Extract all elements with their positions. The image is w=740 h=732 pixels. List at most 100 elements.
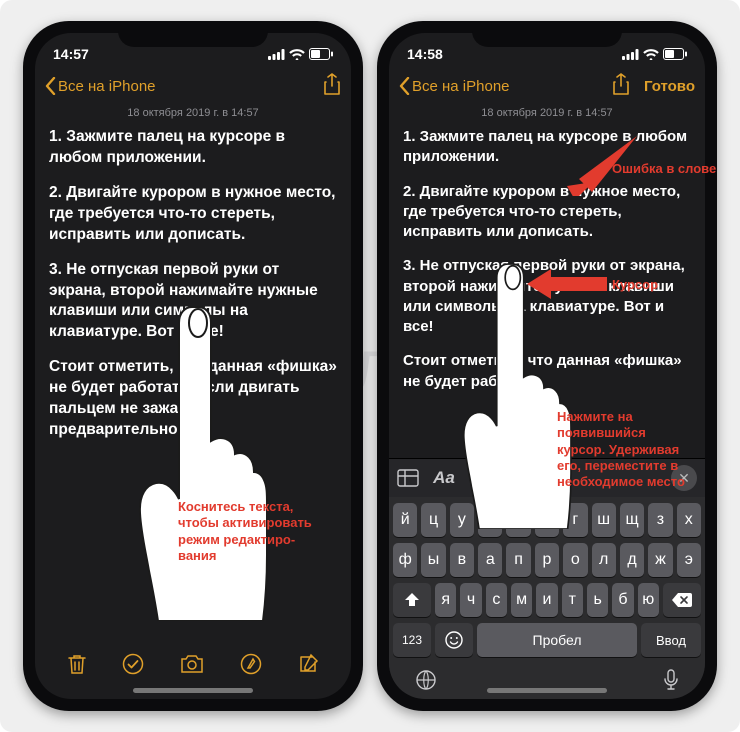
key-а[interactable]: а xyxy=(478,543,502,577)
tutorial-image: Яблык 14:57 Все на iPhone xyxy=(0,0,740,732)
key-и[interactable]: и xyxy=(536,583,557,617)
markup-icon xyxy=(542,468,562,488)
trash-icon xyxy=(67,653,87,675)
back-button[interactable]: Все на iPhone xyxy=(45,77,156,95)
note-paragraph: Стоит отметить, что данная «фишка» не бу… xyxy=(403,351,691,392)
note-paragraph: 1. Зажмите палец на курсоре в любом прил… xyxy=(49,127,337,169)
note-paragraph: Стоит отметить, что данная «фишка» не бу… xyxy=(49,357,337,441)
screen-left: 14:57 Все на iPhone 18 октяб xyxy=(35,33,351,699)
nav-bar: Все на iPhone Готово xyxy=(389,69,705,105)
key-в[interactable]: в xyxy=(450,543,474,577)
key-з[interactable]: з xyxy=(648,503,672,537)
wifi-icon xyxy=(289,49,305,60)
table-icon xyxy=(397,469,419,487)
note-timestamp: 18 октября 2019 г. в 14:57 xyxy=(35,105,351,127)
dictation-key[interactable] xyxy=(663,669,679,691)
text-format-button[interactable]: Aa xyxy=(433,468,455,488)
battery-icon xyxy=(663,48,687,60)
key-ч[interactable]: ч xyxy=(460,583,481,617)
note-paragraph: 2. Двигайте курором в нужное место, где … xyxy=(403,182,691,243)
phone-right: 14:58 Все на iPhone Готово xyxy=(377,21,717,711)
note-timestamp: 18 октября 2019 г. в 14:57 xyxy=(389,105,705,127)
note-paragraph: 3. Не отпуская первой руки от экрана, вт… xyxy=(403,256,691,337)
keyboard-close-button[interactable]: ✕ xyxy=(671,465,697,491)
nav-bar: Все на iPhone xyxy=(35,69,351,105)
share-button[interactable] xyxy=(612,73,630,99)
note-paragraph: 3. Не отпуская первой руки от экрана, вт… xyxy=(49,260,337,344)
key-к[interactable]: к xyxy=(478,503,502,537)
check-circle-icon xyxy=(122,653,144,675)
notch xyxy=(118,21,268,47)
markup-button[interactable] xyxy=(541,468,563,488)
share-icon xyxy=(612,73,630,95)
share-icon xyxy=(323,73,341,95)
note-body[interactable]: 1. Зажмите палец на курсоре в любом прил… xyxy=(389,127,705,458)
numbers-key[interactable]: 123 xyxy=(393,623,431,657)
backspace-key[interactable] xyxy=(663,583,701,617)
globe-key[interactable] xyxy=(415,669,437,691)
key-т[interactable]: т xyxy=(562,583,583,617)
key-у[interactable]: у xyxy=(450,503,474,537)
key-ж[interactable]: ж xyxy=(648,543,672,577)
emoji-icon xyxy=(445,631,463,649)
wifi-icon xyxy=(643,49,659,60)
key-я[interactable]: я xyxy=(435,583,456,617)
backspace-icon xyxy=(672,593,692,607)
table-button[interactable] xyxy=(397,468,419,488)
camera-button[interactable] xyxy=(180,654,204,677)
key-м[interactable]: м xyxy=(511,583,532,617)
key-ф[interactable]: ф xyxy=(393,543,417,577)
camera-icon xyxy=(505,469,527,487)
cellular-icon xyxy=(622,49,639,60)
checklist-button[interactable] xyxy=(122,653,144,678)
key-х[interactable]: х xyxy=(677,503,701,537)
status-time: 14:58 xyxy=(407,46,443,62)
shift-key[interactable] xyxy=(393,583,431,617)
key-б[interactable]: б xyxy=(612,583,633,617)
share-button[interactable] xyxy=(323,73,341,99)
status-time: 14:57 xyxy=(53,46,89,62)
key-л[interactable]: л xyxy=(592,543,616,577)
status-icons xyxy=(268,48,333,60)
cellular-icon xyxy=(268,49,285,60)
compose-button[interactable] xyxy=(297,653,319,678)
key-ы[interactable]: ы xyxy=(421,543,445,577)
camera-button[interactable] xyxy=(505,468,527,488)
battery-icon xyxy=(309,48,333,60)
back-label: Все на iPhone xyxy=(412,78,510,95)
mic-icon xyxy=(663,669,679,691)
done-button[interactable]: Готово xyxy=(644,78,695,95)
key-о[interactable]: о xyxy=(563,543,587,577)
key-е[interactable]: е xyxy=(506,503,530,537)
check-circle-icon xyxy=(470,468,490,488)
compose-icon xyxy=(297,653,319,675)
key-с[interactable]: с xyxy=(486,583,507,617)
enter-key[interactable]: Ввод xyxy=(641,623,701,657)
key-р[interactable]: р xyxy=(535,543,559,577)
key-э[interactable]: э xyxy=(677,543,701,577)
camera-icon xyxy=(180,654,204,674)
key-ц[interactable]: ц xyxy=(421,503,445,537)
key-ь[interactable]: ь xyxy=(587,583,608,617)
home-indicator[interactable] xyxy=(487,688,607,693)
key-й[interactable]: й xyxy=(393,503,417,537)
key-н[interactable]: н xyxy=(535,503,559,537)
chevron-left-icon xyxy=(45,77,56,95)
trash-button[interactable] xyxy=(67,653,87,678)
back-button[interactable]: Все на iPhone xyxy=(399,77,510,95)
key-ю[interactable]: ю xyxy=(638,583,659,617)
home-indicator[interactable] xyxy=(133,688,253,693)
note-body[interactable]: 1. Зажмите палец на курсоре в любом прил… xyxy=(35,127,351,645)
note-paragraph: 1. Зажмите палец на курсоре в любом прил… xyxy=(403,127,691,168)
key-г[interactable]: г xyxy=(563,503,587,537)
keyboard: йцукенгшщзх фывапролджэ ячсмитьбю 123 Пр… xyxy=(389,497,705,699)
checklist-button[interactable] xyxy=(469,468,491,488)
key-д[interactable]: д xyxy=(620,543,644,577)
key-щ[interactable]: щ xyxy=(620,503,644,537)
space-key[interactable]: Пробел xyxy=(477,623,637,657)
emoji-key[interactable] xyxy=(435,623,473,657)
key-ш[interactable]: ш xyxy=(592,503,616,537)
key-п[interactable]: п xyxy=(506,543,530,577)
keyboard-accessory: Aa ✕ xyxy=(389,458,705,497)
markup-button[interactable] xyxy=(240,653,262,678)
